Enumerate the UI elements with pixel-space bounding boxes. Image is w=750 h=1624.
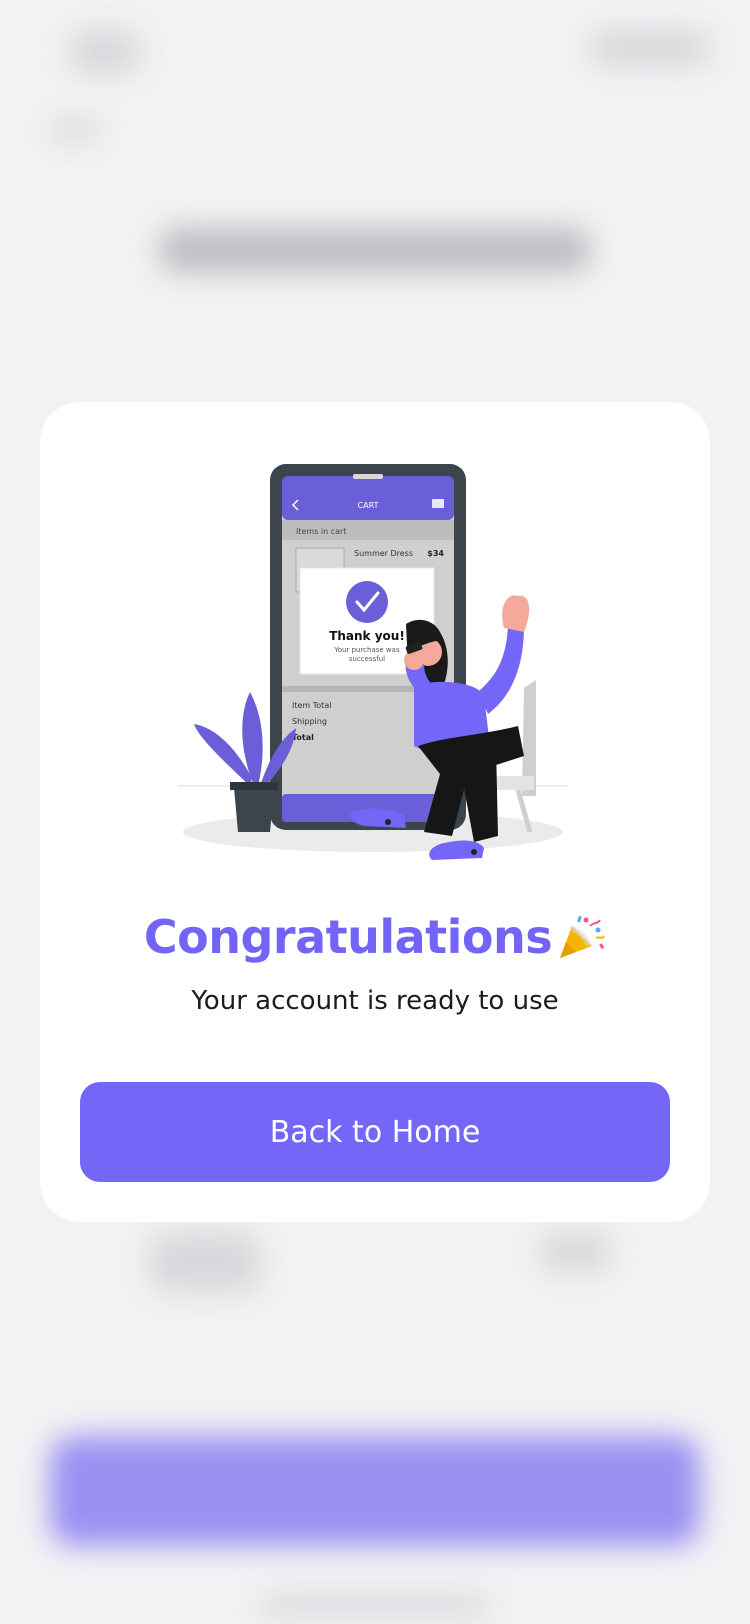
total-label: Total: [292, 733, 314, 742]
product-name: Summer Dress: [354, 549, 413, 558]
phone-header-text: CART: [358, 501, 379, 510]
purchase-line-2: successful: [349, 655, 385, 663]
bg-small-label: [50, 120, 100, 140]
success-modal: CART Items in cart Summer Dress $34 Item…: [40, 402, 710, 1222]
bg-primary-button: [50, 1436, 700, 1546]
bg-back-button: [70, 30, 140, 74]
bg-top-action: [590, 30, 710, 66]
title-row: Congratulations: [40, 910, 710, 964]
party-popper-icon: [560, 915, 606, 958]
account-ready-subtitle: Your account is ready to use: [191, 986, 559, 1016]
shipping-label: Shipping: [292, 717, 327, 726]
bg-heading: [160, 228, 590, 272]
item-total-label: Item Total: [292, 701, 331, 710]
product-price: $34: [427, 549, 444, 558]
bg-row-right: [540, 1232, 610, 1272]
bg-home-indicator: [260, 1596, 490, 1616]
bg-row-left: [150, 1232, 260, 1292]
congratulations-title: Congratulations: [143, 910, 553, 964]
items-in-cart-label: Items in cart: [296, 527, 346, 536]
thank-you-text: Thank you!: [329, 629, 405, 643]
purchase-success-illustration: CART Items in cart Summer Dress $34 Item…: [178, 464, 568, 860]
purchase-line-1: Your purchase was: [333, 646, 400, 654]
back-to-home-button[interactable]: Back to Home: [80, 1082, 670, 1182]
